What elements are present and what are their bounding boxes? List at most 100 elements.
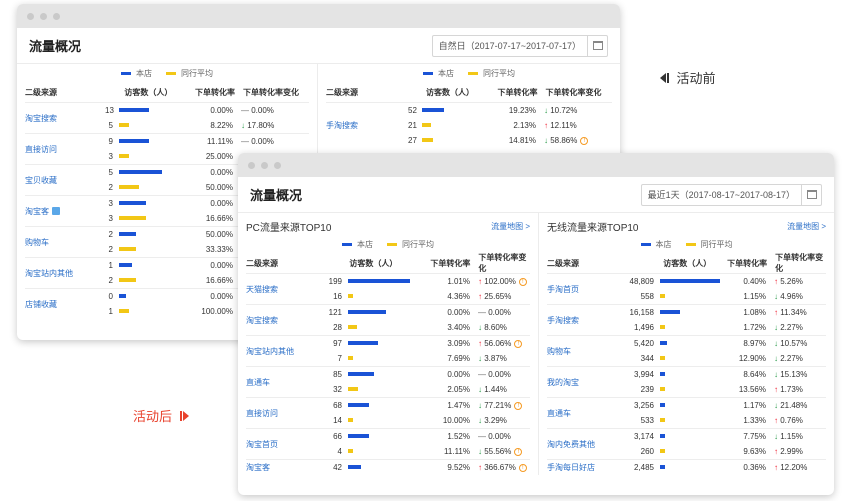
window-dot[interactable]	[274, 161, 281, 169]
source-name-link[interactable]: 直接访问	[25, 134, 105, 164]
visitor-count: 85	[333, 370, 342, 379]
source-name-link[interactable]: 购物车	[25, 227, 105, 257]
column-header: 访客数（人）	[124, 87, 173, 97]
chart-legend: 本店 同行平均	[25, 64, 309, 82]
source-name-link[interactable]: 天猫搜索	[246, 274, 328, 304]
source-name[interactable]: 直接访问	[246, 408, 278, 419]
source-name[interactable]: 店铺收藏	[25, 299, 57, 310]
source-name-link[interactable]: 淘宝搜索	[25, 103, 105, 133]
info-icon[interactable]: !	[518, 463, 527, 472]
change-value: 12.11%	[550, 121, 577, 130]
conversion-change: ↓ 55.56%!	[470, 447, 530, 456]
window-dot[interactable]	[261, 161, 268, 169]
bar-cell	[119, 227, 181, 242]
window-dot[interactable]	[40, 12, 47, 20]
source-name[interactable]: 手淘搜索	[547, 315, 579, 326]
source-name-link[interactable]: 我的淘宝	[547, 367, 626, 397]
conversion-rate: 16.66%	[205, 214, 233, 223]
source-name[interactable]: 淘宝搜索	[25, 113, 57, 124]
source-name[interactable]: 直通车	[246, 377, 270, 388]
source-name-link[interactable]: 宝贝收藏	[25, 165, 105, 195]
source-name-link[interactable]: 手淘首页	[547, 274, 626, 304]
legend-swatch-peer	[166, 71, 176, 75]
info-icon[interactable]: !	[580, 136, 589, 145]
before-titlebar	[17, 4, 620, 28]
source-name[interactable]: 手淘搜索	[326, 120, 358, 131]
table-row: 3,256 1.17% ↓ 21.48%	[626, 398, 826, 413]
source-name-link[interactable]: 手淘搜索	[326, 103, 408, 148]
window-dot[interactable]	[27, 12, 34, 20]
window-dot[interactable]	[53, 12, 60, 20]
arrow-up-icon: ↑	[478, 463, 482, 472]
conversion-rate: 2.05%	[447, 385, 470, 394]
source-name[interactable]: 淘宝客	[246, 462, 270, 473]
source-name[interactable]: 天猫搜索	[246, 284, 278, 295]
after-date-picker[interactable]: 最近1天（2017-08-17~2017-08-17）	[640, 183, 822, 206]
visitor-count: 66	[333, 432, 342, 441]
source-name[interactable]: 淘宝站内其他	[25, 268, 73, 279]
before-date-picker[interactable]: 自然日（2017-07-17~2017-07-17）	[431, 34, 608, 57]
source-name[interactable]: 淘宝站内其他	[246, 346, 294, 357]
source-name[interactable]: 直接访问	[25, 144, 57, 155]
source-name-link[interactable]: 淘宝客	[246, 460, 328, 475]
table-row: 199 1.01% ↑ 102.00%!	[328, 274, 530, 289]
source-name-link[interactable]: 淘宝客	[25, 196, 105, 226]
window-dot[interactable]	[248, 161, 255, 169]
conversion-change: ↓ 1.15%	[766, 432, 826, 441]
bar-cell	[422, 118, 484, 133]
bar-cell	[422, 103, 484, 118]
source-name[interactable]: 淘宝首页	[246, 439, 278, 450]
conversion-rate: 0.00%	[210, 199, 233, 208]
source-name[interactable]: 我的淘宝	[547, 377, 579, 388]
source-name[interactable]: 手淘每日好店	[547, 462, 595, 473]
conversion-rate: 1.17%	[743, 401, 766, 410]
info-icon[interactable]: !	[514, 339, 523, 348]
conversion-change: ↑ 2.99%	[766, 447, 826, 456]
info-icon[interactable]: !	[514, 401, 523, 410]
source-name-link[interactable]: 淘宝搜索	[246, 305, 328, 335]
peer-visitors-bar	[348, 294, 353, 298]
column-header-row: 二级来源 访客数（人） 下单转化率 下单转化率变化	[25, 82, 309, 102]
source-name[interactable]: 宝贝收藏	[25, 175, 57, 186]
legend-swatch-store	[640, 242, 651, 246]
source-name-link[interactable]: 淘宝站内其他	[246, 336, 328, 366]
source-name-link[interactable]: 淘宝首页	[246, 429, 328, 459]
source-rows: 66 1.52% — 0.00% 4 11.11% ↓ 55.56%!	[328, 429, 530, 459]
peer-visitors-bar	[119, 309, 129, 313]
source-name-link[interactable]: 手淘搜索	[547, 305, 626, 335]
source-name-link[interactable]: 手淘每日好店	[547, 460, 626, 475]
calendar-button[interactable]	[801, 184, 821, 205]
source-name-link[interactable]: 直通车	[246, 367, 328, 397]
source-name[interactable]: 购物车	[25, 237, 49, 248]
info-icon[interactable]: !	[518, 277, 527, 286]
store-visitors-bar	[348, 465, 361, 469]
arrow-up-icon: ↑	[544, 121, 548, 130]
bar-cell	[348, 382, 418, 397]
legend-label: 本店	[655, 239, 672, 249]
source-name[interactable]: 淘宝搜索	[246, 315, 278, 326]
after-note-text: 活动后	[133, 409, 173, 424]
info-icon[interactable]: !	[514, 447, 523, 456]
source-name-link[interactable]: 直接访问	[246, 398, 328, 428]
source-name-link[interactable]: 购物车	[547, 336, 626, 366]
column-header: 访客数（人）	[663, 258, 712, 268]
source-name[interactable]: 手淘首页	[547, 284, 579, 295]
visitor-count: 344	[640, 354, 654, 363]
calendar-button[interactable]	[587, 35, 607, 56]
visitor-count: 121	[328, 308, 342, 317]
source-name-link[interactable]: 淘宝站内其他	[25, 258, 105, 288]
source-group: 直通车 3,256 1.17% ↓ 21.48% 533 1.33% ↑ 0.76%	[547, 397, 826, 428]
source-name[interactable]: 购物车	[547, 346, 571, 357]
visitor-count: 0	[108, 292, 113, 301]
source-name-link[interactable]: 直通车	[547, 398, 626, 428]
source-name[interactable]: 直通车	[547, 408, 571, 419]
source-name-link[interactable]: 店铺收藏	[25, 289, 105, 319]
source-name[interactable]: 淘内免费其他	[547, 439, 595, 450]
source-name[interactable]: 淘宝客	[25, 206, 49, 217]
source-name-link[interactable]: 淘内免费其他	[547, 429, 626, 459]
arrow-down-icon: ↓	[478, 354, 482, 363]
change-value: 25.65%	[484, 292, 512, 301]
dash-icon: —	[478, 308, 486, 317]
traffic-map-link[interactable]: 流量地图 >	[491, 221, 530, 232]
traffic-map-link[interactable]: 流量地图 >	[787, 221, 826, 232]
